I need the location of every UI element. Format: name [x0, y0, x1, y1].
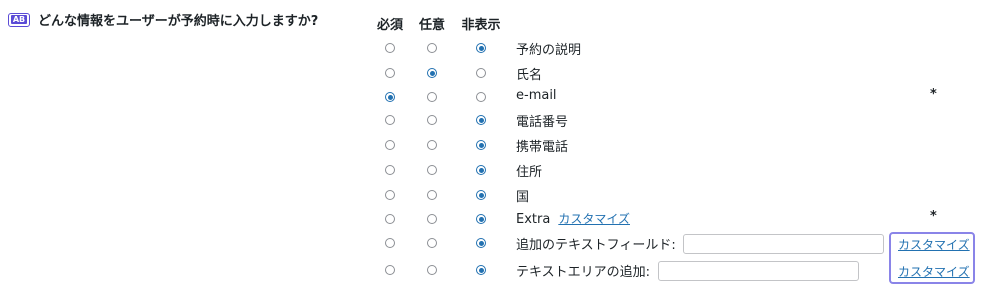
field-label: 国: [516, 190, 530, 205]
field-label: テキストエリアの追加:: [516, 265, 650, 280]
radio-optional[interactable]: [427, 165, 437, 175]
radio-optional[interactable]: [427, 140, 437, 150]
field-row-additional-text-field: 追加のテキストフィールド:: [0, 232, 984, 256]
radio-required[interactable]: [385, 92, 395, 102]
radio-hidden[interactable]: [476, 214, 486, 224]
radio-hidden[interactable]: [476, 190, 486, 200]
required-asterisk: *: [930, 87, 937, 102]
radio-required[interactable]: [385, 140, 395, 150]
column-header-optional: 任意: [418, 18, 445, 33]
radio-required[interactable]: [385, 190, 395, 200]
radio-optional[interactable]: [427, 68, 437, 78]
field-row-phone: 電話番号: [0, 109, 984, 133]
field-row-address: 住所: [0, 159, 984, 183]
text-field-icon-label: AB: [10, 15, 28, 24]
radio-hidden[interactable]: [476, 165, 486, 175]
field-row-description: 予約の説明: [0, 37, 984, 61]
radio-required[interactable]: [385, 265, 395, 275]
field-row-country: 国: [0, 184, 984, 208]
customize-link-extra[interactable]: カスタマイズ: [558, 212, 630, 226]
radio-hidden[interactable]: [476, 92, 486, 102]
field-row-extra: Extra カスタマイズ *: [0, 208, 984, 232]
radio-required[interactable]: [385, 115, 395, 125]
additional-text-field-input[interactable]: [683, 234, 884, 254]
radio-hidden[interactable]: [476, 115, 486, 125]
radio-required[interactable]: [385, 43, 395, 53]
section-heading: AB どんな情報をユーザーが予約時に入力しますか?: [8, 10, 318, 29]
radio-hidden[interactable]: [476, 265, 486, 275]
radio-optional[interactable]: [427, 43, 437, 53]
radio-required[interactable]: [385, 165, 395, 175]
field-row-textarea: テキストエリアの追加:: [0, 259, 984, 283]
field-row-mobile: 携帯電話: [0, 134, 984, 158]
field-label: e-mail: [516, 88, 557, 103]
field-label: Extra: [516, 212, 551, 227]
radio-optional[interactable]: [427, 92, 437, 102]
customize-link-additional-text-field[interactable]: カスタマイズ: [898, 236, 970, 253]
field-label: 電話番号: [516, 115, 569, 130]
field-label: 氏名: [516, 68, 543, 83]
text-field-icon: AB: [8, 12, 30, 27]
radio-required[interactable]: [385, 214, 395, 224]
field-label-wrapper: Extra カスタマイズ: [516, 210, 630, 227]
radio-optional[interactable]: [427, 115, 437, 125]
field-label: 住所: [516, 165, 543, 180]
field-label: 携帯電話: [516, 140, 569, 155]
textarea-field-input[interactable]: [658, 261, 859, 281]
radio-hidden[interactable]: [476, 238, 486, 248]
question-title: どんな情報をユーザーが予約時に入力しますか?: [38, 14, 319, 29]
radio-hidden[interactable]: [476, 68, 486, 78]
radio-optional[interactable]: [427, 265, 437, 275]
customize-link-textarea[interactable]: カスタマイズ: [898, 263, 970, 280]
radio-optional[interactable]: [427, 238, 437, 248]
field-label: 追加のテキストフィールド:: [516, 238, 676, 253]
field-label: 予約の説明: [516, 43, 582, 58]
radio-required[interactable]: [385, 238, 395, 248]
radio-optional[interactable]: [427, 190, 437, 200]
radio-optional[interactable]: [427, 214, 437, 224]
required-asterisk: *: [930, 209, 937, 224]
radio-hidden[interactable]: [476, 140, 486, 150]
radio-hidden[interactable]: [476, 43, 486, 53]
radio-required[interactable]: [385, 68, 395, 78]
field-row-email: e-mail *: [0, 86, 984, 110]
field-row-name: 氏名: [0, 62, 984, 86]
column-header-hidden: 非表示: [461, 18, 501, 33]
